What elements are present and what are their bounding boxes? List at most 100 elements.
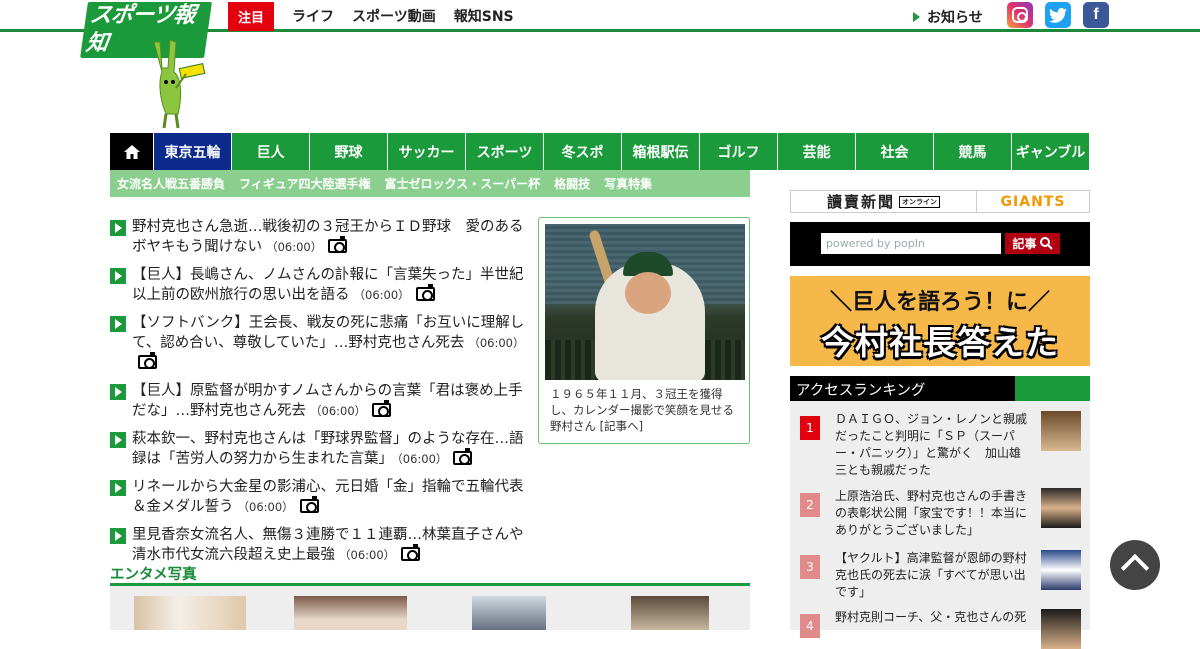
main-nav-sports[interactable]: スポーツ [466, 133, 544, 170]
ranking-text[interactable]: ＤＡＩＧＯ、ジョン・レノンと親戚だったこと判明に「ＳＰ（スーパー・パニック）」と… [835, 411, 1030, 479]
top-nav-life[interactable]: ライフ [292, 6, 334, 26]
main-nav-hakone-ekiden[interactable]: 箱根駅伝 [622, 133, 700, 170]
banner-line-2: 今村社長答えた [821, 323, 1059, 362]
mascot-image [140, 38, 210, 130]
play-arrow-icon [110, 480, 126, 496]
play-arrow-icon [110, 528, 126, 544]
news-item[interactable]: リネールから大金星の影浦心、元日婚「金」指輪で五輪代表＆金メダル誓う （06:00… [110, 477, 526, 517]
search-button[interactable]: 記事 [1005, 233, 1060, 254]
search-box: powered by popIn 記事 [790, 222, 1090, 266]
sub-nav-item[interactable]: 格闘技 [554, 175, 590, 192]
ranking-list: 1 ＤＡＩＧＯ、ジョン・レノンと親戚だったこと判明に「ＳＰ（スーパー・パニック）… [790, 401, 1090, 649]
play-arrow-icon [110, 268, 126, 284]
main-nav-baseball[interactable]: 野球 [310, 133, 388, 170]
yomiuri-logo: 讀賣新聞 [826, 193, 895, 211]
search-input[interactable]: powered by popIn [821, 233, 1001, 254]
ranking-text[interactable]: 【ヤクルト】高津監督が恩師の野村克也氏の死去に涙「すべてが思い出です」 [835, 550, 1030, 601]
play-arrow-icon [110, 316, 126, 332]
main-nav-society[interactable]: 社会 [856, 133, 934, 170]
featured-photo-card[interactable]: １９６５年１１月、３冠王を獲得し、カレンダー撮影で笑顔を見せる野村さん [記事へ… [538, 217, 750, 444]
camera-icon [401, 544, 421, 561]
ranking-thumbnail[interactable] [1041, 488, 1081, 528]
featured-photo[interactable] [545, 224, 745, 380]
search-icon [1039, 237, 1053, 250]
main-nav-golf[interactable]: ゴルフ [700, 133, 778, 170]
top-nav-hochi-sns[interactable]: 報知SNS [454, 6, 514, 26]
section-title: エンタメ写真 [110, 567, 197, 583]
news-time: （06:00） [237, 500, 294, 514]
sub-nav-item[interactable]: 女流名人戦五番勝負 [117, 175, 225, 192]
rank-number: 4 [800, 614, 820, 638]
ranking-thumbnail[interactable] [1041, 609, 1081, 649]
rank-number: 2 [800, 493, 820, 517]
scroll-to-top-button[interactable] [1110, 540, 1160, 590]
top-bar: スポーツ報知 注目 ライフ スポーツ動画 報知SNS お知らせ f [0, 0, 1200, 58]
main-nav-gamble[interactable]: ギャンブル [1012, 133, 1089, 170]
giants-ad-banner[interactable]: ＼巨人を語ろう！に／ 今村社長答えた [790, 276, 1090, 366]
play-arrow-icon [110, 432, 126, 448]
camera-icon [415, 284, 435, 301]
top-nav: 注目 ライフ スポーツ動画 報知SNS [228, 1, 514, 31]
news-title[interactable]: 【ソフトバンク】王会長、戦友の死に悲痛「お互いに理解して、認め合い、尊敬していた… [132, 315, 524, 351]
search-button-label: 記事 [1012, 237, 1037, 251]
site-logo[interactable]: スポーツ報知 [80, 2, 212, 58]
ranking-thumbnail[interactable] [1041, 411, 1081, 451]
news-list: 野村克也さん急逝…戦後初の３冠王からＩＤ野球 愛のあるボヤキもう聞けない （06:… [110, 217, 526, 573]
entame-photo-strip [110, 586, 750, 630]
play-arrow-icon [110, 384, 126, 400]
news-title[interactable]: 里見香奈女流名人、無傷３連勝で１１連覇…林葉直子さんや清水市代女流六段超え史上最… [132, 527, 524, 563]
camera-icon [138, 352, 157, 369]
camera-icon [372, 400, 392, 417]
ranking-text[interactable]: 上原浩治氏、野村克也さんの手書きの表彰状公開「家宝です！！本当にありがとうござい… [835, 488, 1030, 539]
sub-nav-item[interactable]: フィギュア四大陸選手権 [239, 175, 371, 192]
ranking-thumbnail[interactable] [1041, 550, 1081, 590]
home-icon[interactable] [110, 133, 154, 170]
news-item[interactable]: 【巨人】長嶋さん、ノムさんの訃報に「言葉失った」半世紀以上前の欧州旅行の思い出を… [110, 265, 526, 305]
news-title[interactable]: 【巨人】長嶋さん、ノムさんの訃報に「言葉失った」半世紀以上前の欧州旅行の思い出を… [132, 267, 524, 303]
photo-caption[interactable]: １９６５年１１月、３冠王を獲得し、カレンダー撮影で笑顔を見せる野村さん [記事へ… [550, 386, 742, 434]
news-time: （06:00） [266, 240, 323, 254]
facebook-icon[interactable]: f [1083, 2, 1109, 28]
news-time: （06:00） [353, 288, 410, 302]
news-time: （06:00） [339, 548, 396, 562]
yomiuri-online-tag: オンライン [899, 195, 940, 208]
main-nav-tokyo-olympics[interactable]: 東京五輪 [154, 133, 232, 170]
news-item[interactable]: 萩本欽一、野村克也さんは「野球界監督」のような存在…語録は「苦労人の努力から生ま… [110, 429, 526, 469]
twitter-icon[interactable] [1045, 2, 1071, 28]
camera-icon [328, 236, 348, 253]
news-time: （06:00） [468, 336, 525, 350]
ranking-text[interactable]: 野村克則コーチ、父・克也さんの死 [835, 609, 1030, 626]
main-nav-soccer[interactable]: サッカー [388, 133, 466, 170]
sub-nav-item[interactable]: 富士ゼロックス・スーパー杯 [385, 175, 541, 192]
banner-line-1: ＼巨人を語ろう！に／ [829, 290, 1050, 315]
yomiuri-online-link[interactable]: 讀賣新聞 オンライン [791, 191, 977, 212]
main-nav-giants[interactable]: 巨人 [232, 133, 310, 170]
news-item[interactable]: 【巨人】原監督が明かすノムさんからの言葉「君は褒め上手だな」…野村克也さん死去（… [110, 381, 526, 421]
news-item[interactable]: 【ソフトバンク】王会長、戦友の死に悲痛「お互いに理解して、認め合い、尊敬していた… [110, 313, 526, 373]
news-item[interactable]: 里見香奈女流名人、無傷３連勝で１１連覇…林葉直子さんや清水市代女流六段超え史上最… [110, 525, 526, 565]
main-nav-horse-racing[interactable]: 競馬 [934, 133, 1012, 170]
instagram-icon[interactable] [1007, 2, 1033, 28]
camera-icon [299, 496, 319, 513]
news-time: （06:00） [310, 404, 367, 418]
hot-topics-link[interactable]: 注目 [228, 1, 274, 31]
entame-thumbnail[interactable] [134, 596, 246, 630]
notice-label: お知らせ [927, 10, 983, 26]
giants-link[interactable]: GIANTS [977, 191, 1089, 212]
main-nav-winter-sports[interactable]: 冬スポ [544, 133, 622, 170]
partner-banner: 讀賣新聞 オンライン GIANTS [790, 190, 1090, 213]
news-item[interactable]: 野村克也さん急逝…戦後初の３冠王からＩＤ野球 愛のあるボヤキもう聞けない （06:… [110, 217, 526, 257]
entame-thumbnail[interactable] [294, 596, 407, 630]
top-nav-sports-video[interactable]: スポーツ動画 [352, 6, 436, 26]
news-title[interactable]: リネールから大金星の影浦心、元日婚「金」指輪で五輪代表＆金メダル誓う [132, 479, 524, 515]
ranking-header: アクセスランキング [790, 376, 1090, 401]
main-nav-entertainment[interactable]: 芸能 [778, 133, 856, 170]
entame-thumbnail[interactable] [631, 596, 709, 630]
entame-thumbnail[interactable] [472, 596, 546, 630]
notice-link[interactable]: お知らせ [913, 7, 983, 27]
rank-number: 3 [800, 555, 820, 579]
sub-nav-item[interactable]: 写真特集 [604, 175, 652, 192]
camera-icon [453, 448, 473, 465]
news-time: （06:00） [397, 452, 448, 466]
entame-photo-heading: エンタメ写真 [110, 563, 750, 586]
